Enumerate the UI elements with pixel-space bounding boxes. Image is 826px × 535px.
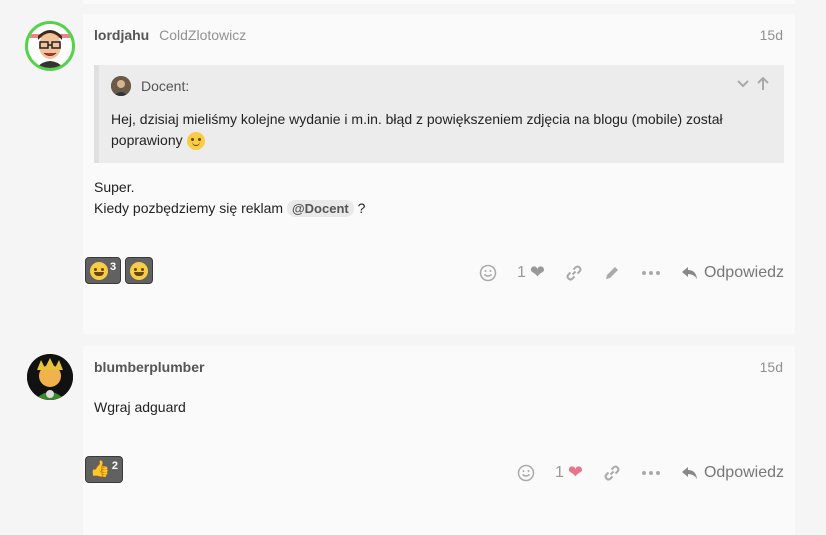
quote-avatar: [111, 76, 131, 96]
reaction-thumbs-up[interactable]: 👍 2: [85, 456, 124, 483]
star-struck-emoji-icon: [130, 261, 149, 280]
avatar[interactable]: [25, 21, 75, 71]
reply-label: Odpowiedz: [703, 263, 784, 281]
reactions: 👍 2: [85, 456, 124, 483]
add-reaction-button[interactable]: [479, 264, 497, 282]
post-actions: 1 ❤ Odpowiedz: [459, 262, 784, 283]
thumbs-up-emoji-icon: 👍: [90, 460, 110, 478]
post-meta: lordjahu ColdZlotowicz: [94, 27, 246, 43]
post-date[interactable]: 15d: [760, 27, 783, 43]
share-link-button[interactable]: [603, 464, 621, 482]
body-line: Kiedy pozbędziemy się reklam: [94, 200, 284, 216]
reply-icon: [681, 466, 697, 479]
post-date[interactable]: 15d: [760, 359, 783, 375]
like-button[interactable]: 1 ❤: [517, 262, 545, 283]
chevron-down-icon: [737, 80, 749, 88]
post-lordjahu: lordjahu ColdZlotowicz 15d Docent: Hej, …: [83, 14, 795, 334]
slightly-smiling-emoji-icon: [186, 132, 205, 151]
username[interactable]: blumberplumber: [94, 359, 204, 375]
link-icon: [604, 465, 620, 480]
more-options-button[interactable]: [641, 264, 661, 282]
previous-post-bottom: [83, 0, 795, 4]
share-link-button[interactable]: [565, 264, 583, 282]
full-name[interactable]: ColdZlotowicz: [159, 27, 246, 43]
smile-icon: [517, 464, 535, 481]
heart-icon: ❤: [567, 462, 583, 482]
body-line: Super.: [94, 179, 135, 195]
like-count: 1: [516, 263, 526, 281]
like-count: 1: [554, 463, 564, 481]
reaction-count: 2: [111, 459, 119, 472]
smile-icon: [479, 264, 497, 281]
laughing-emoji-icon: [90, 261, 108, 280]
post-body: Wgraj adguard: [94, 399, 186, 415]
edit-button[interactable]: [603, 264, 621, 282]
add-reaction-button[interactable]: [517, 464, 535, 482]
username[interactable]: lordjahu: [94, 27, 149, 43]
reactions: 3: [85, 257, 154, 284]
ellipsis-icon: [641, 470, 660, 475]
more-options-button[interactable]: [641, 464, 661, 482]
like-button[interactable]: 1 ❤: [555, 462, 583, 483]
quote-author: Docent:: [141, 78, 190, 94]
quote-block: Docent: Hej, dzisiaj mieliśmy kolejne wy…: [94, 65, 784, 163]
reaction-count: 3: [110, 260, 117, 273]
reply-icon: [681, 266, 697, 279]
pencil-icon: [605, 266, 618, 279]
ellipsis-icon: [641, 270, 660, 275]
avatar[interactable]: [27, 354, 73, 400]
reply-button[interactable]: Odpowiedz: [681, 464, 784, 482]
reaction-laughing[interactable]: 3: [85, 257, 122, 284]
reply-label: Odpowiedz: [703, 463, 784, 481]
body-line-end: ?: [357, 200, 366, 216]
reply-button[interactable]: Odpowiedz: [681, 264, 784, 282]
post-blumberplumber: blumberplumber 15d Wgraj adguard 👍 2 1 ❤: [83, 346, 795, 535]
quote-controls: [736, 76, 772, 94]
link-icon: [566, 265, 582, 280]
reaction-star-struck[interactable]: [125, 257, 154, 284]
post-actions: 1 ❤ Odpowiedz: [497, 462, 784, 483]
quote-header: Docent:: [111, 76, 189, 96]
quote-text: Hej, dzisiaj mieliśmy kolejne wydanie i …: [111, 109, 781, 151]
arrow-up-icon: [757, 76, 769, 90]
heart-icon: ❤: [529, 262, 545, 282]
post-body: Super. Kiedy pozbędziemy się reklam @Doc…: [94, 177, 365, 219]
user-mention[interactable]: @Docent: [286, 200, 354, 217]
post-meta: blumberplumber: [94, 359, 204, 375]
